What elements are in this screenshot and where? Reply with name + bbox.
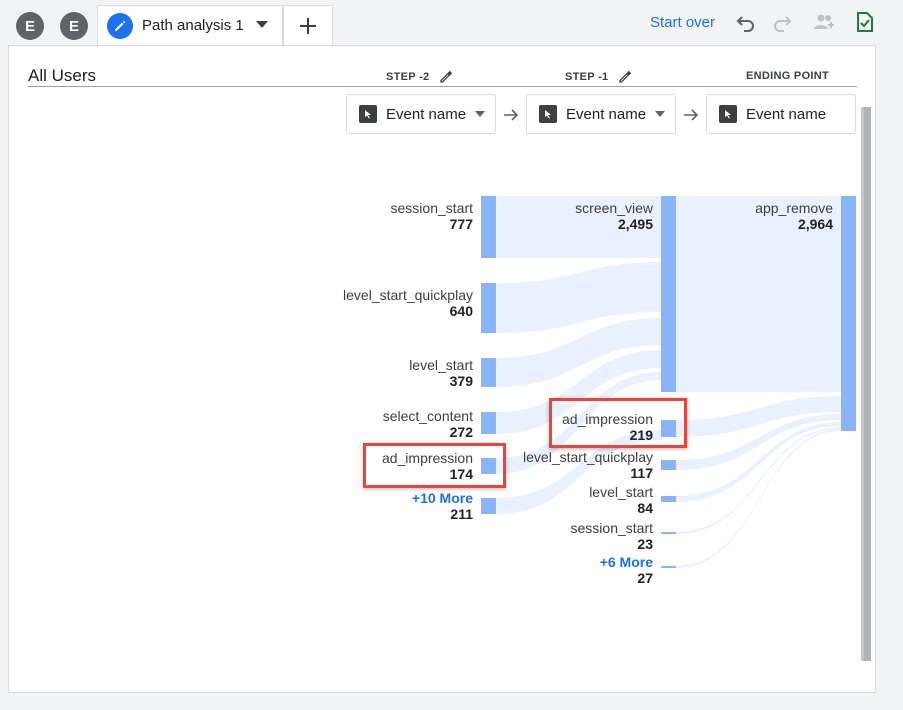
path-flow-links bbox=[496, 196, 842, 568]
node-name: level_start_quickplay bbox=[523, 449, 653, 465]
node-name: level_start bbox=[589, 484, 653, 500]
node-value: 777 bbox=[449, 216, 473, 232]
node-bar-session-start[interactable] bbox=[661, 532, 676, 534]
node-bar-level-start[interactable] bbox=[661, 496, 676, 502]
more-nodes-link[interactable]: +6 More bbox=[600, 554, 653, 570]
node-bar-level-start[interactable] bbox=[481, 358, 496, 387]
more-nodes-link[interactable]: +10 More bbox=[412, 490, 473, 506]
node-value: 117 bbox=[630, 465, 653, 481]
highlight-box-ad-impression-step-2 bbox=[363, 443, 506, 488]
node-bar-level-start-quickplay[interactable] bbox=[481, 283, 496, 333]
node-name: level_start bbox=[409, 357, 473, 373]
node-name: session_start bbox=[390, 200, 473, 216]
node-bar-screen-view[interactable] bbox=[661, 196, 676, 392]
node-name: select_content bbox=[382, 408, 473, 424]
node-value: 211 bbox=[450, 506, 473, 522]
node-value: 379 bbox=[449, 373, 473, 389]
node-name: screen_view bbox=[575, 200, 653, 216]
node-value: 27 bbox=[637, 570, 653, 586]
node-value: 23 bbox=[637, 536, 653, 552]
node-value: 84 bbox=[637, 500, 653, 516]
node-value: 272 bbox=[449, 424, 473, 440]
node-bar-level-start-quickplay[interactable] bbox=[661, 460, 676, 470]
node-name: level_start_quickplay bbox=[343, 287, 473, 303]
node-value: 2,495 bbox=[617, 216, 653, 232]
node-value: 2,964 bbox=[797, 216, 833, 232]
node-name: session_start bbox=[570, 520, 653, 536]
node-bar-app-remove[interactable] bbox=[841, 196, 856, 431]
node-bar-select-content[interactable] bbox=[481, 412, 496, 434]
node-value: 640 bbox=[449, 303, 473, 319]
node-bar-more[interactable] bbox=[661, 566, 676, 568]
node-bar-session-start[interactable] bbox=[481, 196, 496, 258]
highlight-box-ad-impression-step-1 bbox=[549, 398, 687, 448]
node-name: app_remove bbox=[755, 200, 833, 216]
node-bar-more[interactable] bbox=[481, 498, 496, 514]
